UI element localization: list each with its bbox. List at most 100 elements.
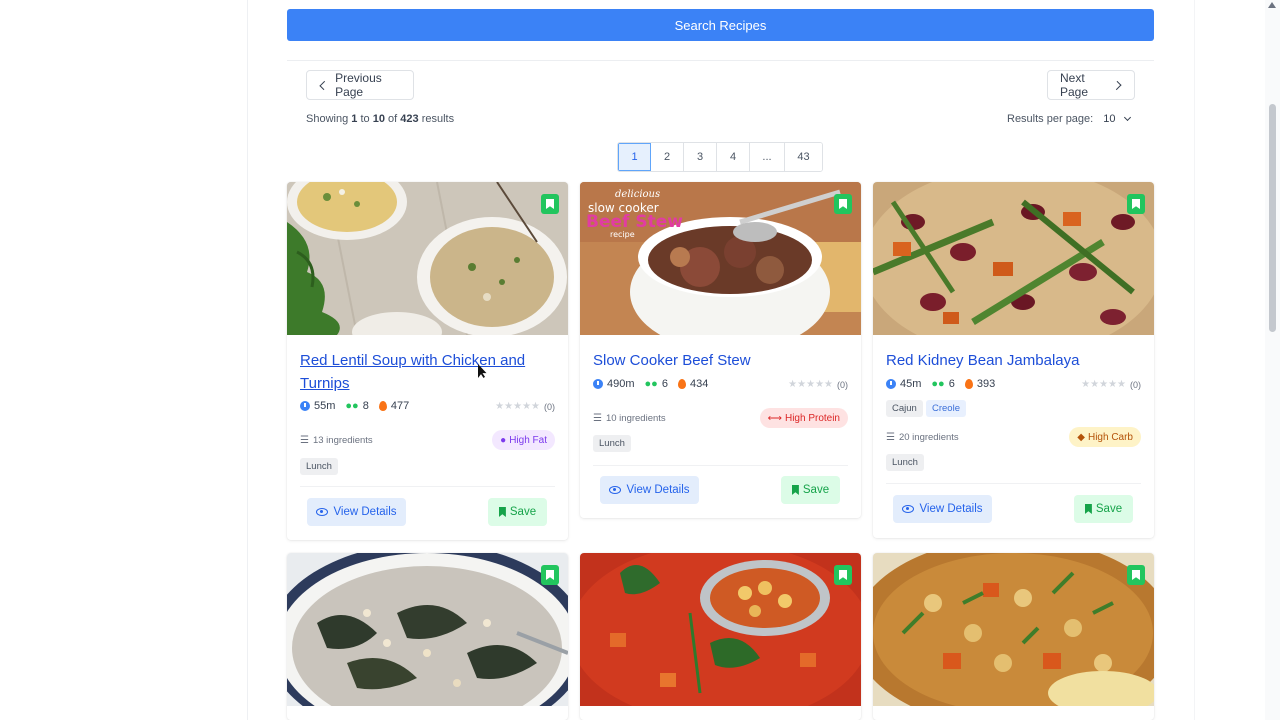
chevron-right-icon	[1112, 80, 1122, 90]
bookmark-toggle[interactable]	[1127, 565, 1145, 585]
recipe-card: Red Lentil Soup with Chicken and Turnips…	[287, 182, 568, 540]
recipe-image[interactable]	[287, 553, 568, 706]
showing-of-word: of	[388, 113, 398, 125]
recipe-image[interactable]	[873, 182, 1154, 335]
showing-suffix: results	[421, 113, 455, 125]
save-label: Save	[802, 484, 830, 496]
image-text-line3: Beef Stew	[586, 212, 683, 232]
meal-tag: Lunch	[886, 454, 924, 471]
view-details-button[interactable]: View Details	[307, 498, 406, 526]
ingredients-label: 20 ingredients	[898, 432, 959, 443]
dumbbell-icon: ⟷	[767, 412, 782, 424]
recipe-image[interactable]	[580, 553, 861, 706]
recipe-card: Red Kidney Bean Jambalaya 45m ●● 6 393 ★★…	[873, 182, 1154, 538]
image-text-line4: recipe	[610, 230, 635, 239]
bookmark-icon	[839, 199, 847, 209]
per-page-select[interactable]: 10	[1103, 113, 1132, 125]
pagination: 1 2 3 4 ... 43	[617, 142, 823, 172]
calories: 434	[689, 378, 709, 390]
per-page-label: Results per page:	[1007, 113, 1094, 125]
card-divider	[886, 483, 1141, 484]
chickpea-stew-photo	[873, 553, 1154, 706]
soup-photo	[287, 182, 568, 335]
view-details-label: View Details	[626, 484, 690, 496]
next-page-button[interactable]: Next Page	[1047, 70, 1135, 100]
page-button-2[interactable]: 2	[651, 143, 684, 171]
bookmark-toggle[interactable]	[834, 194, 852, 214]
servings: 8	[362, 400, 369, 412]
recipe-image[interactable]	[287, 182, 568, 335]
page-button-4[interactable]: 4	[717, 143, 750, 171]
people-icon: ●●	[644, 378, 658, 390]
nutrition-label: High Protein	[784, 412, 840, 424]
scroll-up-arrow-icon[interactable]	[1268, 2, 1276, 8]
calories: 393	[976, 378, 996, 390]
showing-from: 1	[351, 113, 358, 125]
ingredients-count: ☰ 20 ingredients	[886, 432, 959, 443]
cook-time: 55m	[314, 400, 336, 412]
ingredients-count: ☰ 13 ingredients	[300, 435, 373, 446]
view-details-button[interactable]: View Details	[600, 476, 699, 504]
eye-icon	[609, 486, 622, 494]
recipe-card	[873, 553, 1154, 720]
previous-page-button[interactable]: Previous Page	[306, 70, 414, 100]
cook-time: 45m	[900, 378, 922, 390]
save-button[interactable]: Save	[781, 476, 840, 504]
page-ellipsis: ...	[750, 143, 785, 171]
save-button[interactable]: Save	[1074, 495, 1133, 523]
card-divider	[300, 486, 555, 487]
previous-page-label: Previous Page	[335, 71, 382, 99]
clock-icon	[886, 379, 896, 389]
image-text-line1: delicious	[615, 189, 660, 200]
people-icon: ●●	[931, 378, 945, 390]
bookmark-icon	[1132, 570, 1140, 580]
bookmark-toggle[interactable]	[541, 194, 559, 214]
eye-icon	[316, 508, 329, 516]
servings: 6	[661, 378, 668, 390]
rating: ★★★★★ (0)	[788, 379, 848, 390]
jambalaya-photo	[873, 182, 1154, 335]
bookmark-icon	[839, 570, 847, 580]
list-icon: ☰	[593, 413, 602, 424]
save-label: Save	[509, 506, 537, 518]
bookmark-toggle[interactable]	[1127, 194, 1145, 214]
clock-icon	[593, 379, 603, 389]
recipe-image[interactable]	[873, 553, 1154, 706]
clock-icon	[300, 401, 310, 411]
people-icon: ●●	[345, 400, 359, 412]
recipe-meta: 55m ●● 8 477	[300, 400, 409, 412]
cuisine-tag: Creole	[926, 400, 966, 417]
page-scrollbar[interactable]	[1265, 0, 1280, 720]
bookmark-toggle[interactable]	[834, 565, 852, 585]
rating-count: (0)	[544, 401, 555, 412]
recipe-image[interactable]: delicious slow cooker Beef Stew recipe	[580, 182, 861, 335]
bookmark-toggle[interactable]	[541, 565, 559, 585]
bookmark-icon	[1132, 199, 1140, 209]
page-button-43[interactable]: 43	[785, 143, 822, 171]
cuisine-tag: Cajun	[886, 400, 923, 417]
page-button-3[interactable]: 3	[684, 143, 717, 171]
showing-to-word: to	[360, 113, 370, 125]
save-button[interactable]: Save	[488, 498, 547, 526]
search-recipes-button[interactable]: Search Recipes	[287, 9, 1154, 41]
card-divider	[593, 465, 848, 466]
droplet-icon: ●	[500, 434, 507, 446]
recipe-meta: 490m ●● 6 434	[593, 378, 708, 390]
star-rating-icons: ★★★★★	[495, 401, 540, 412]
next-page-label: Next Page	[1060, 71, 1089, 99]
view-details-label: View Details	[919, 503, 983, 515]
recipe-title-link[interactable]: Red Kidney Bean Jambalaya	[886, 349, 1141, 372]
view-details-label: View Details	[333, 506, 397, 518]
section-divider	[287, 60, 1154, 61]
page-button-1[interactable]: 1	[618, 143, 651, 171]
scroll-thumb[interactable]	[1269, 104, 1276, 332]
recipe-card	[287, 553, 568, 720]
view-details-button[interactable]: View Details	[893, 495, 992, 523]
eye-icon	[902, 505, 915, 513]
cook-time: 490m	[607, 378, 635, 390]
bookmark-icon	[498, 507, 506, 517]
recipe-title-link[interactable]: Slow Cooker Beef Stew	[593, 349, 848, 372]
rating-count: (0)	[1130, 379, 1141, 390]
recipe-title-link[interactable]: Red Lentil Soup with Chicken and Turnips	[300, 349, 555, 395]
stew-photo: delicious slow cooker Beef Stew recipe	[580, 182, 861, 335]
